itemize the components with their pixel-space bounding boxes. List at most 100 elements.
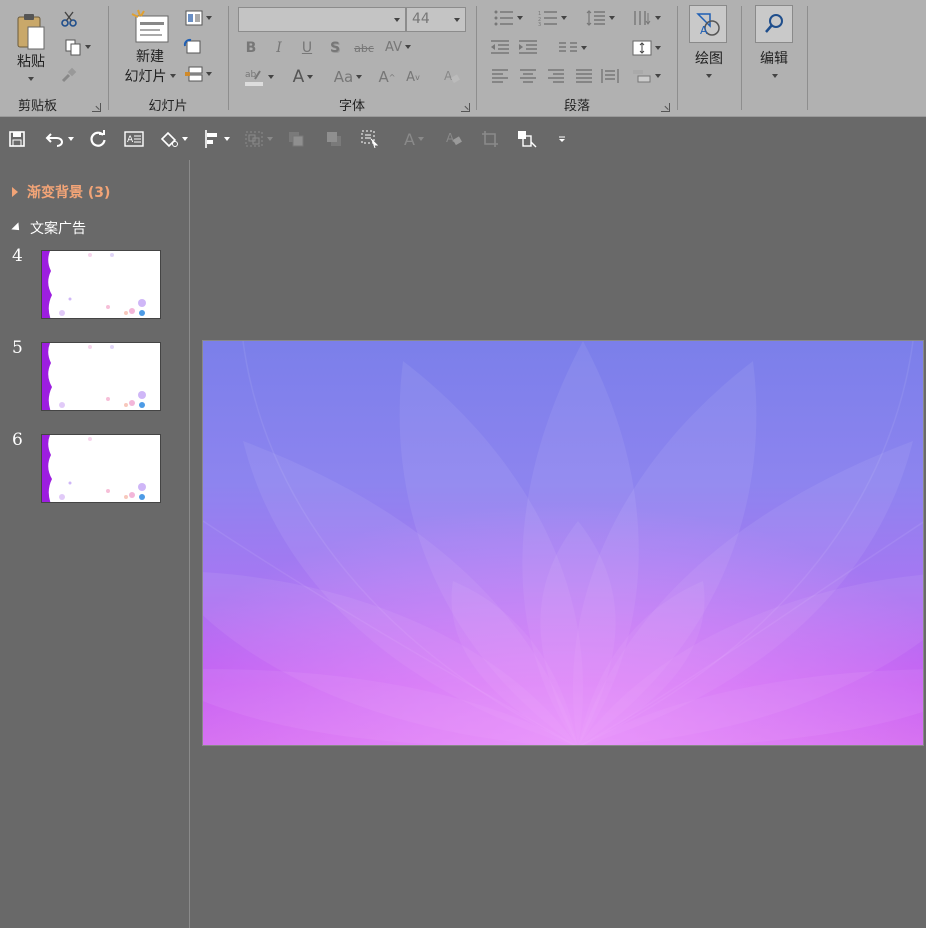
clear-formatting-qat-button[interactable]: A [442, 128, 466, 150]
format-painter-button[interactable] [58, 64, 80, 86]
slide-number: 6 [12, 430, 23, 450]
selection-pane-icon [361, 130, 379, 148]
spacing-label: AV [385, 39, 402, 55]
arrange-button[interactable] [514, 128, 540, 150]
decrease-indent-button[interactable] [489, 38, 511, 58]
justify-button[interactable] [573, 66, 595, 86]
eraser-icon: A [444, 69, 460, 84]
text-direction-button[interactable] [627, 8, 665, 28]
shapes-dropdown-button[interactable] [154, 128, 192, 150]
italic-label: I [276, 40, 282, 56]
distributed-button[interactable] [599, 66, 621, 86]
font-color-button[interactable]: A [285, 66, 321, 88]
slides-group: 新建 幻灯片 幻灯片 [109, 0, 227, 117]
smartart-icon [632, 70, 650, 83]
shrink-label: A [406, 69, 416, 85]
new-slide-button[interactable]: 新建 幻灯片 [123, 6, 177, 88]
ribbon: 粘贴 剪贴板 新建 幻灯片 幻灯片 44 B I U S abc AV ab A… [0, 0, 926, 117]
slide-number: 5 [12, 338, 23, 358]
group-objects-button[interactable] [240, 128, 276, 150]
paragraph-group: 123 段落 [477, 0, 677, 117]
align-right-button[interactable] [545, 66, 567, 86]
bullets-icon [494, 10, 513, 26]
underline-button[interactable]: U [297, 38, 317, 58]
align-center-icon [520, 69, 536, 83]
change-case-button[interactable]: Aa [327, 66, 369, 88]
shrink-font-button[interactable]: Av [403, 66, 423, 88]
highlight-button[interactable]: ab [239, 66, 277, 88]
paste-icon [17, 14, 45, 50]
text-effects-button[interactable]: A [396, 128, 432, 150]
svg-text:3: 3 [538, 22, 541, 26]
smartart-button[interactable] [627, 66, 665, 86]
section-button[interactable] [181, 64, 215, 84]
numbering-button[interactable]: 123 [533, 8, 571, 28]
paste-button[interactable]: 粘贴 [10, 6, 52, 86]
highlight-icon: ab [244, 70, 263, 86]
char-spacing-button[interactable]: AV [381, 36, 415, 58]
font-name-combo[interactable] [238, 7, 406, 32]
align-text-icon [632, 40, 651, 56]
powerpoint-window: 粘贴 剪贴板 新建 幻灯片 幻灯片 44 B I U S abc AV ab A… [0, 0, 926, 928]
align-center-button[interactable] [517, 66, 539, 86]
cut-button[interactable] [58, 8, 80, 30]
paragraph-group-label: 段落 [563, 99, 590, 114]
paragraph-launcher[interactable] [661, 103, 670, 112]
font-size-combo[interactable]: 44 [406, 7, 466, 32]
clipboard-launcher[interactable] [92, 103, 101, 112]
layout-button[interactable] [181, 8, 215, 28]
selection-pane-button[interactable] [358, 128, 382, 150]
section-header-gradient[interactable]: 渐变背景 (3) [12, 182, 110, 202]
section-title-copywriting: 文案广告 [30, 221, 86, 237]
bold-button[interactable]: B [241, 38, 261, 58]
case-label: Aa [333, 68, 354, 86]
line-spacing-button[interactable] [581, 8, 619, 28]
increase-indent-button[interactable] [517, 38, 539, 58]
drawing-button[interactable]: A [689, 5, 727, 43]
undo-button[interactable] [40, 128, 78, 150]
reset-button[interactable] [181, 36, 203, 56]
distributed-icon [601, 69, 619, 83]
section-header-copywriting[interactable]: 文案广告 [11, 218, 86, 238]
bring-forward-button[interactable] [284, 128, 308, 150]
underline-label: U [301, 40, 313, 56]
save-button[interactable] [6, 128, 28, 150]
layout-icon [185, 10, 202, 26]
slide-thumbnail[interactable] [41, 434, 161, 503]
editing-button[interactable] [755, 5, 793, 43]
more-icon [559, 136, 565, 142]
shadow-button[interactable]: S [325, 38, 345, 58]
slide-thumbnail[interactable] [41, 342, 161, 411]
thumbnail-graphic [42, 435, 146, 502]
font-launcher[interactable] [461, 103, 470, 112]
slide-thumbnail[interactable] [41, 250, 161, 319]
customize-toolbar-button[interactable] [554, 128, 570, 150]
drawing-label: 绘图 [695, 51, 723, 67]
italic-button[interactable]: I [269, 38, 289, 58]
shapes-icon: A [696, 13, 720, 37]
text-box-icon: A [124, 131, 144, 147]
slide-thumbnail-pane: 渐变背景 (3) 文案广告 4 5 6 [0, 160, 190, 928]
font-group: 44 B I U S abc AV ab A Aa A ^ Av A 字体 [229, 0, 475, 117]
columns-button[interactable] [553, 38, 591, 58]
clear-format-icon: A [446, 131, 462, 146]
send-backward-button[interactable] [322, 128, 346, 150]
align-objects-button[interactable] [198, 128, 234, 150]
align-left-button[interactable] [489, 66, 511, 86]
align-left-icon [492, 69, 508, 83]
copy-button[interactable] [58, 36, 96, 58]
outdent-icon [491, 40, 509, 54]
search-icon [765, 14, 783, 33]
crop-button[interactable] [478, 128, 502, 150]
align-text-button[interactable] [627, 38, 665, 58]
bullets-button[interactable] [489, 8, 527, 28]
strikethrough-button[interactable]: abc [351, 38, 377, 58]
slide-canvas[interactable] [202, 340, 924, 746]
paste-label: 粘贴 [17, 54, 45, 70]
text-effects-glyph: A [404, 129, 415, 149]
quick-access-toolbar: A A A [0, 118, 926, 160]
grow-font-button[interactable]: A ^ [377, 66, 397, 88]
text-box-button[interactable]: A [122, 128, 146, 150]
clear-format-button[interactable]: A [441, 66, 463, 88]
redo-button[interactable] [86, 128, 110, 150]
